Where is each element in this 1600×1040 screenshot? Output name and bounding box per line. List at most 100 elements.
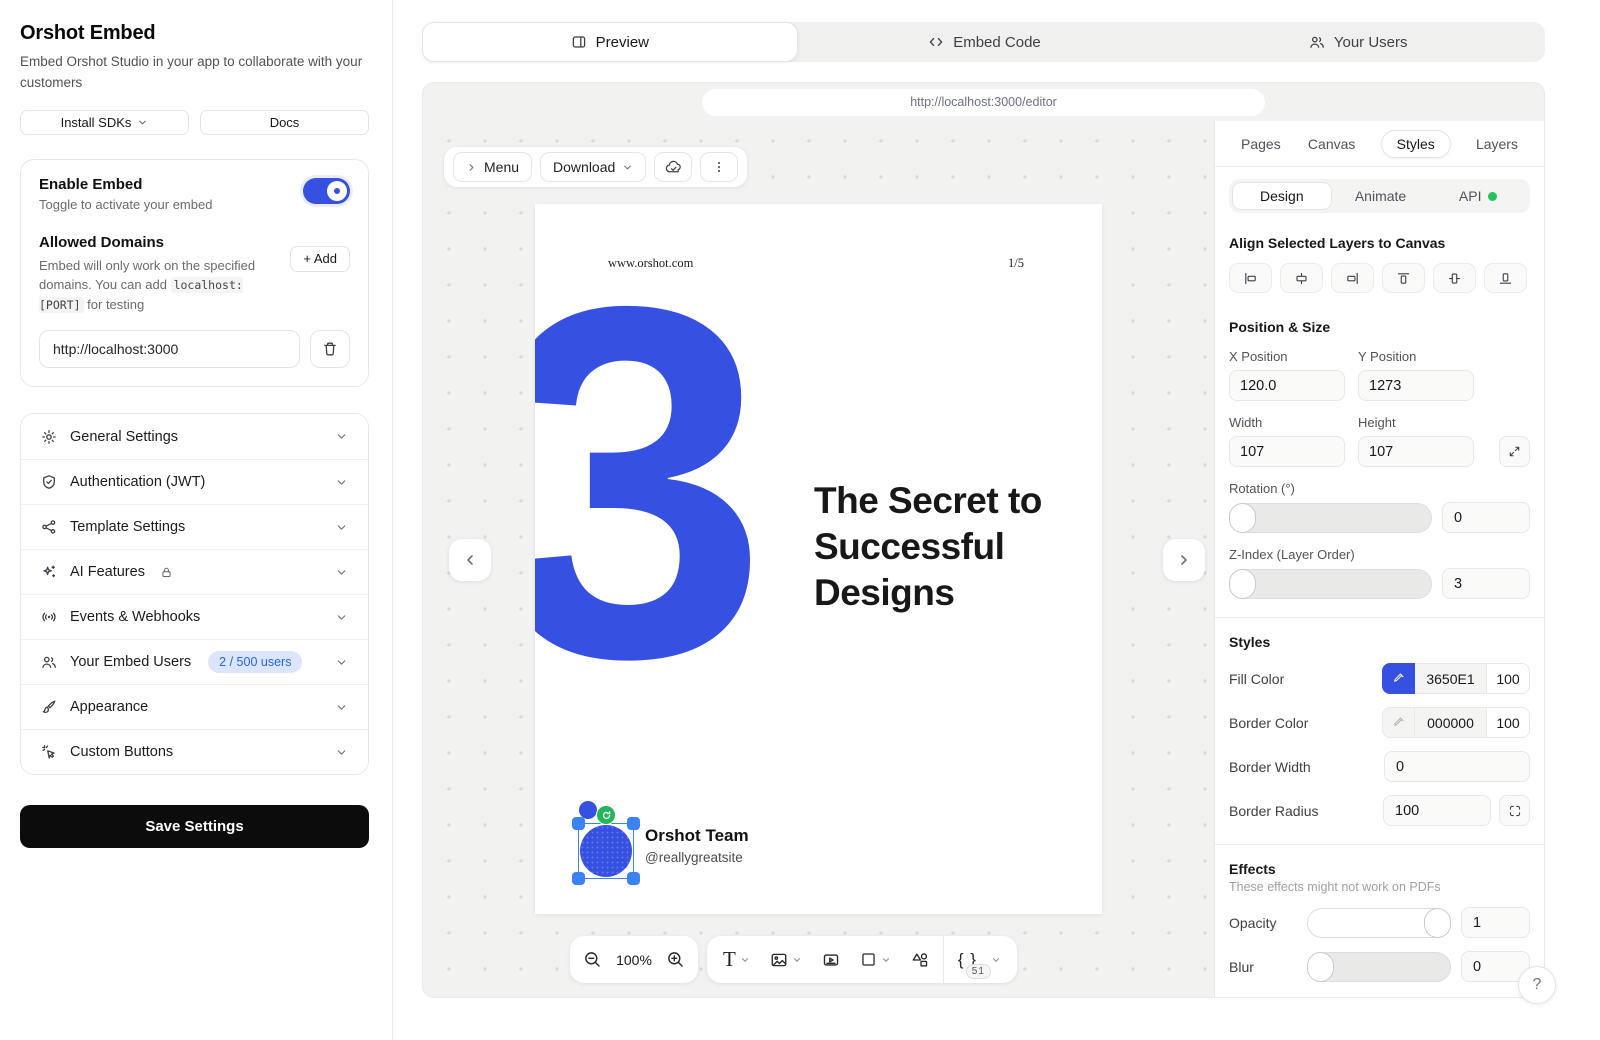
url-bar[interactable]: http://localhost:3000/editor <box>702 89 1265 116</box>
settings-accordion: General Settings Authentication (JWT) Te… <box>20 413 369 775</box>
elements-tool-button[interactable] <box>901 936 939 983</box>
canvas-team-text[interactable]: Orshot Team @reallygreatsite <box>645 826 749 865</box>
view-tabbar: Preview Embed Code Your Users <box>422 22 1545 62</box>
more-options-button[interactable] <box>700 152 738 182</box>
previous-page-button[interactable] <box>449 539 491 581</box>
accordion-item-ai-features[interactable]: AI Features <box>21 549 368 594</box>
accordion-item-template-settings[interactable]: Template Settings <box>21 504 368 549</box>
delete-domain-button[interactable] <box>310 330 350 368</box>
tab-layers[interactable]: Layers <box>1474 130 1520 158</box>
slider-knob[interactable] <box>1229 569 1256 599</box>
menu-button[interactable]: Menu <box>453 152 532 182</box>
accordion-item-events-webhooks[interactable]: Events & Webhooks <box>21 594 368 639</box>
next-page-button[interactable] <box>1163 539 1205 581</box>
slider-knob[interactable] <box>1307 952 1334 982</box>
chevron-down-icon <box>137 117 148 128</box>
add-domain-button[interactable]: + Add <box>290 246 350 272</box>
help-button[interactable]: ? <box>1518 966 1556 1004</box>
nodes-icon <box>41 519 57 535</box>
align-left-button[interactable] <box>1229 263 1272 293</box>
accordion-item-authentication[interactable]: Authentication (JWT) <box>21 459 368 504</box>
selection-handle-top-right[interactable] <box>627 817 640 830</box>
border-eyedropper-button[interactable] <box>1382 707 1415 738</box>
mode-animate[interactable]: Animate <box>1332 182 1430 210</box>
mode-api[interactable]: API <box>1429 182 1527 210</box>
rotation-input[interactable] <box>1442 502 1530 533</box>
accordion-item-appearance[interactable]: Appearance <box>21 684 368 729</box>
text-tool-button[interactable]: T <box>713 936 760 983</box>
users-count-badge: 2 / 500 users <box>208 651 302 673</box>
opacity-slider[interactable] <box>1307 908 1451 938</box>
design-canvas-page[interactable]: www.orshot.com 1/5 3 The Secret to Succe… <box>535 204 1102 914</box>
selection-handle-bottom-right[interactable] <box>627 872 640 885</box>
enable-embed-toggle[interactable] <box>303 178 350 204</box>
allowed-domains-title: Allowed Domains <box>39 234 280 251</box>
accordion-item-custom-buttons[interactable]: Custom Buttons <box>21 729 368 774</box>
install-sdks-button[interactable]: Install SDKs <box>20 110 189 135</box>
variables-tool-button[interactable]: { }51 <box>948 936 1011 983</box>
tab-styles[interactable]: Styles <box>1381 130 1451 158</box>
width-input[interactable] <box>1229 436 1345 467</box>
x-position-input[interactable] <box>1229 370 1345 401</box>
fill-eyedropper-button[interactable] <box>1382 663 1415 694</box>
tab-embed-code[interactable]: Embed Code <box>798 22 1172 62</box>
canvas-page-indicator[interactable]: 1/5 <box>1008 256 1024 271</box>
fill-hex-value[interactable]: 3650E1 <box>1415 663 1486 694</box>
align-right-button[interactable] <box>1331 263 1374 293</box>
slider-knob[interactable] <box>1229 503 1256 533</box>
domain-input[interactable] <box>39 330 300 368</box>
selection-handle-bottom-left[interactable] <box>572 872 585 885</box>
accordion-item-general-settings[interactable]: General Settings <box>21 414 368 459</box>
zoom-out-button[interactable] <box>583 950 602 969</box>
border-alpha-value[interactable]: 100 <box>1486 707 1530 738</box>
canvas-headline[interactable]: The Secret to Successful Designs <box>814 478 1042 616</box>
canvas-big-number[interactable]: 3 <box>535 292 760 672</box>
cloud-saved-button[interactable] <box>654 152 692 182</box>
zindex-slider[interactable] <box>1229 569 1432 599</box>
align-bottom-button[interactable] <box>1484 263 1527 293</box>
opacity-input[interactable] <box>1461 907 1530 938</box>
accordion-item-your-embed-users[interactable]: Your Embed Users 2 / 500 users <box>21 639 368 684</box>
blur-slider[interactable] <box>1307 952 1451 982</box>
rotation-label: Rotation (°) <box>1229 481 1530 496</box>
chevron-left-icon <box>462 552 478 568</box>
video-tool-button[interactable] <box>812 936 850 983</box>
shape-tool-button[interactable] <box>850 936 901 983</box>
border-width-input[interactable] <box>1384 751 1530 782</box>
kebab-menu-icon <box>712 160 726 174</box>
resize-proportional-button[interactable] <box>1499 436 1530 467</box>
slider-knob[interactable] <box>1424 908 1451 938</box>
fill-alpha-value[interactable]: 100 <box>1486 663 1530 694</box>
align-center-horizontal-button[interactable] <box>1280 263 1323 293</box>
tab-your-users[interactable]: Your Users <box>1171 22 1545 62</box>
mode-design[interactable]: Design <box>1232 182 1332 210</box>
border-radius-input[interactable] <box>1383 795 1491 826</box>
inspector-tabbar: Pages Canvas Styles Layers <box>1215 121 1544 167</box>
align-middle-vertical-button[interactable] <box>1433 263 1476 293</box>
border-hex-value[interactable]: 000000 <box>1415 707 1486 738</box>
align-top-button[interactable] <box>1382 263 1425 293</box>
blur-label: Blur <box>1229 959 1307 975</box>
download-button[interactable]: Download <box>540 152 646 182</box>
effects-note: These effects might not work on PDFs <box>1229 880 1530 894</box>
tab-preview[interactable]: Preview <box>422 22 798 62</box>
save-settings-button[interactable]: Save Settings <box>20 805 369 848</box>
tab-pages[interactable]: Pages <box>1239 130 1283 158</box>
rotate-handle[interactable] <box>596 805 616 825</box>
rotation-slider[interactable] <box>1229 503 1432 533</box>
image-tool-button[interactable] <box>760 936 812 983</box>
tab-canvas[interactable]: Canvas <box>1306 130 1357 158</box>
corner-radius-icon <box>1508 804 1522 818</box>
y-position-input[interactable] <box>1358 370 1474 401</box>
enable-embed-subtitle: Toggle to activate your embed <box>39 197 303 212</box>
api-status-dot <box>1488 192 1497 201</box>
styles-section-title: Styles <box>1229 634 1530 650</box>
corner-radius-button[interactable] <box>1499 795 1530 826</box>
width-label: Width <box>1229 415 1345 430</box>
height-input[interactable] <box>1358 436 1474 467</box>
docs-button[interactable]: Docs <box>200 110 369 135</box>
selection-handle-top-left[interactable] <box>572 817 585 830</box>
position-size-title: Position & Size <box>1229 319 1530 335</box>
zoom-in-button[interactable] <box>666 950 685 969</box>
zindex-input[interactable] <box>1442 568 1530 599</box>
